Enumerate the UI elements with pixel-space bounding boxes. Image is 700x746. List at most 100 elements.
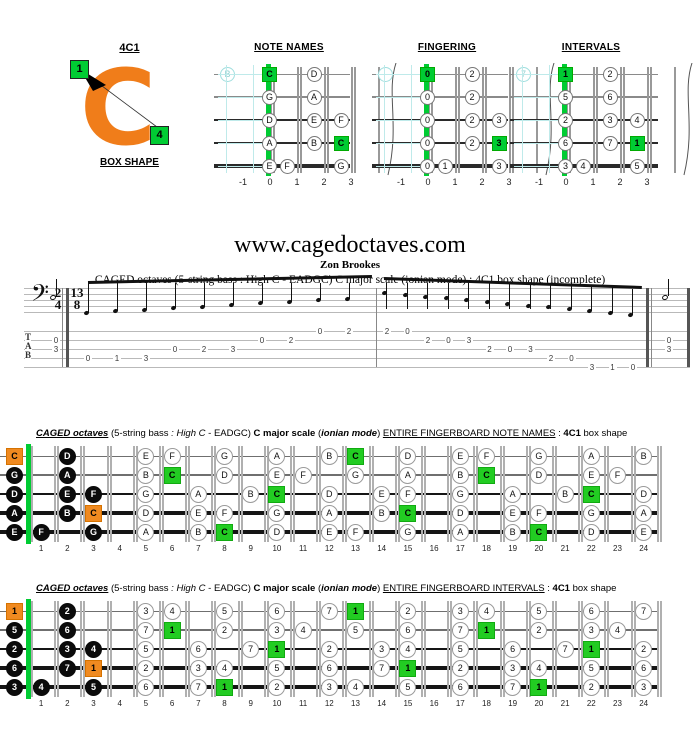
note-stem — [204, 283, 205, 307]
fret-number: 2 — [65, 544, 70, 553]
note-marker: D — [530, 467, 548, 484]
fret-line-24-b — [659, 446, 662, 542]
note-marker: 3 — [491, 113, 507, 128]
fret-number: 14 — [377, 544, 387, 553]
bass-clef-icon: 𝄢 — [31, 279, 50, 312]
header-boxshape: box shape — [580, 428, 628, 439]
tab-note-m2: 2 — [547, 354, 555, 363]
note-marker: A — [635, 505, 653, 522]
tab-note-m1: 3 — [142, 354, 150, 363]
note-marker: 6 — [137, 679, 155, 696]
fret-line-24-b — [659, 601, 662, 697]
fret-line-16 — [447, 601, 450, 697]
fret-number: 7 — [196, 699, 201, 708]
fret-line-1b — [300, 67, 302, 173]
open-string-marker-3: 6 — [6, 660, 23, 677]
note-marker: G — [216, 448, 233, 465]
header-tuning: - EADGC) — [205, 583, 254, 594]
barline-5 — [687, 288, 690, 367]
string-line-1 — [0, 629, 659, 631]
note-marker: 4 — [575, 159, 591, 174]
note-marker: 6 — [268, 603, 286, 620]
tab-note-m1: 0 — [84, 354, 92, 363]
note-stem — [488, 283, 490, 309]
fret-line-15-b — [424, 601, 426, 697]
note-marker: B — [58, 505, 76, 522]
note-marker: 5 — [137, 641, 155, 658]
fret-line-10 — [290, 601, 292, 697]
note-marker: 5 — [85, 679, 102, 696]
tab-note-m2: 0 — [567, 354, 576, 363]
fret-line-15-b — [424, 446, 426, 542]
note-marker: B — [373, 505, 391, 522]
fret-number: 11 — [298, 544, 308, 553]
fret-number: 24 — [639, 544, 649, 553]
fret-line-1 — [455, 67, 457, 173]
fret-line-15 — [421, 446, 423, 542]
note-marker: G — [333, 159, 349, 174]
note-marker: 1 — [478, 622, 495, 639]
note-marker: B — [306, 136, 322, 151]
note-marker: 7 — [451, 622, 469, 639]
note-marker: A — [504, 486, 522, 503]
note-marker: B — [320, 448, 338, 465]
note-marker: F — [478, 448, 495, 465]
fret-line-3-b — [109, 446, 112, 542]
note-marker: 3 — [189, 660, 207, 677]
fret-line-4 — [674, 67, 676, 173]
fret-line-6 — [185, 601, 188, 697]
music-notation-tab: el.bs. 𝄢24138TAB030301302302022020320320… — [0, 275, 700, 638]
fret-number: 4 — [117, 544, 122, 553]
fret-line-10-b — [293, 446, 295, 542]
note-marker: 2 — [582, 679, 600, 696]
fret-line-3 — [106, 601, 109, 697]
fret-number: 2 — [479, 177, 485, 187]
fret-line-2 — [324, 67, 326, 173]
box-diagram-grid: 0 0 0 0 0 2 2 2 3 2 3 1 3 -1 0 1 2 3 — [372, 59, 555, 187]
open-string-marker-2: 2 — [558, 113, 573, 128]
header-highc: High C — [176, 583, 206, 594]
ghost-fret-1 — [226, 65, 227, 173]
note-stem — [88, 283, 89, 313]
note-stem — [611, 286, 613, 313]
fret-line-23 — [630, 601, 633, 697]
note-stem — [146, 283, 147, 310]
tab-note-m2: 1 — [608, 363, 617, 372]
fret-number: 10 — [272, 544, 282, 553]
barline-3 — [646, 288, 649, 367]
note-marker: 7 — [556, 641, 574, 658]
open-string-marker-3: A — [262, 136, 277, 151]
note-marker: 4 — [347, 679, 364, 696]
fret-line-13 — [368, 446, 371, 542]
fret-line-0-b — [31, 446, 33, 542]
fret-line-3 — [351, 67, 353, 173]
note-stem — [570, 283, 572, 310]
note-marker: D — [137, 505, 155, 522]
note-marker: 3 — [373, 641, 391, 658]
fret-line-3 — [106, 446, 109, 542]
open-string-marker-1: 5 — [6, 622, 23, 639]
note-marker: 3 — [635, 679, 653, 696]
box-shape-caption: BOX SHAPE — [100, 157, 159, 168]
note-marker: 7 — [504, 679, 522, 696]
note-marker: F — [85, 486, 102, 503]
open-string-marker-4: E — [6, 524, 23, 541]
note-marker: B — [242, 486, 260, 503]
fret-number: 5 — [143, 544, 149, 553]
tab-line-3 — [24, 358, 690, 359]
note-marker: E — [635, 524, 653, 541]
note-marker: F — [294, 467, 312, 484]
note-marker: A — [306, 90, 322, 105]
note-marker: 1 — [163, 622, 181, 639]
fret-number: 5 — [143, 699, 149, 708]
fret-line-21 — [578, 446, 581, 542]
note-marker: A — [399, 467, 417, 484]
tab-note-m2: 0 — [403, 327, 412, 336]
fret-line-13 — [368, 601, 371, 697]
fret-number: 11 — [298, 699, 308, 708]
site-title: www.cagedoctaves.com — [234, 232, 466, 258]
note-marker: 4 — [478, 603, 495, 620]
ghost-fret-0 — [411, 65, 412, 173]
fret-line-2 — [482, 67, 484, 173]
fret-line-3b — [650, 67, 652, 173]
